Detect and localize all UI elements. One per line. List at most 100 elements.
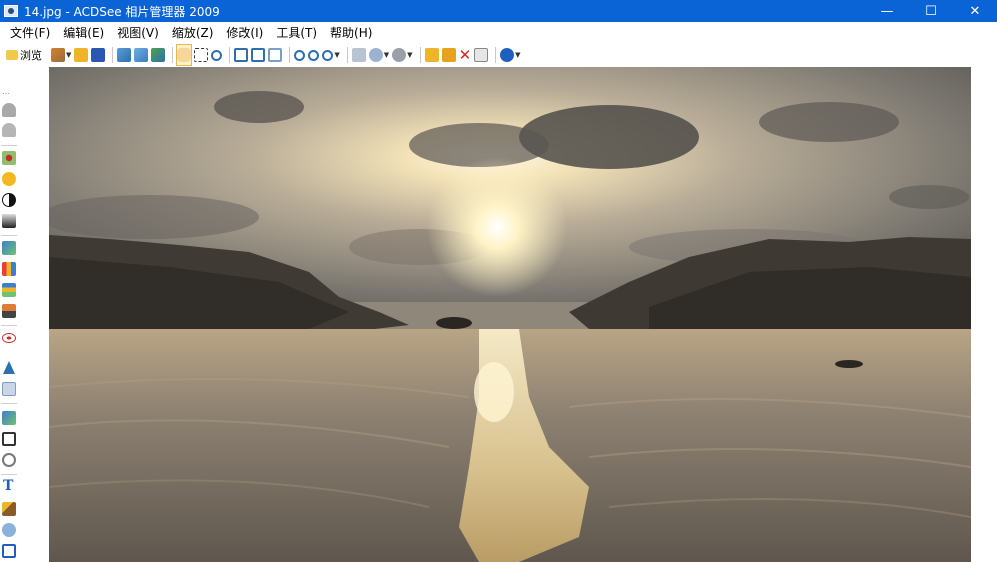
browse-label: 浏览 (20, 49, 42, 62)
select-tool-button[interactable] (194, 45, 209, 65)
chevron-down-icon: ▼ (334, 51, 340, 59)
app-icon (4, 5, 18, 17)
magnifier-icon (211, 49, 223, 61)
window-title: 14.jpg - ACDSee 相片管理器 2009 (24, 4, 220, 19)
help-button[interactable]: ▼ (500, 45, 521, 65)
menu-tools[interactable]: 工具(T) (276, 24, 317, 41)
move-folder-icon (441, 48, 456, 62)
tone-curve-icon[interactable] (2, 304, 16, 318)
eye-icon[interactable] (2, 333, 16, 343)
hand-icon (177, 48, 192, 62)
move-to-button[interactable] (441, 45, 456, 65)
slideshow-button[interactable] (151, 45, 166, 65)
exposure-icon[interactable] (2, 193, 16, 207)
selection-icon (194, 48, 209, 62)
menu-edit[interactable]: 编辑(E) (63, 24, 104, 41)
toolbar-separator (419, 47, 421, 63)
fit-window-button[interactable] (234, 45, 249, 65)
minimize-button[interactable]: — (865, 0, 909, 22)
help-icon (500, 48, 515, 62)
properties-button[interactable] (474, 45, 489, 65)
zoom-tool-button[interactable] (211, 45, 223, 65)
print-button[interactable] (351, 45, 366, 65)
zoom-menu-button[interactable]: ▼ (322, 45, 340, 65)
fit-width-button[interactable] (268, 45, 283, 65)
open-button[interactable] (74, 45, 89, 65)
zoom-in-button[interactable] (294, 45, 306, 65)
red-eye-icon[interactable] (2, 151, 16, 165)
prev-image-button[interactable] (117, 45, 132, 65)
menu-bar: 文件(F) 编辑(E) 视图(V) 缩放(Z) 修改(I) 工具(T) 帮助(H… (0, 22, 997, 43)
title-bar: 14.jpg - ACDSee 相片管理器 2009 — ☐ ✕ (0, 0, 997, 22)
redo-icon[interactable] (2, 123, 16, 137)
toolbar-separator (229, 47, 231, 63)
edit-sidebar: ⋯ T (0, 67, 20, 562)
menu-zoom[interactable]: 缩放(Z) (172, 24, 214, 41)
effects-icon[interactable] (2, 411, 16, 425)
rotate-icon[interactable] (2, 453, 16, 467)
next-image-icon (134, 48, 149, 62)
fit-width-icon (268, 48, 283, 62)
toolbar-separator (289, 47, 291, 63)
zoom-icon (322, 49, 334, 61)
lighting-icon[interactable] (2, 172, 16, 186)
folder-icon (6, 50, 18, 60)
sidebar-separator (1, 474, 17, 475)
actual-size-button[interactable] (251, 45, 266, 65)
close-button[interactable]: ✕ (953, 0, 997, 22)
maximize-button[interactable]: ☐ (909, 0, 953, 22)
hand-tool-button[interactable] (176, 44, 193, 66)
color-strips-icon[interactable] (2, 283, 16, 297)
histogram-icon[interactable] (2, 262, 16, 276)
undo-icon[interactable] (2, 103, 16, 117)
sidebar-separator (1, 403, 17, 404)
paint-icon (51, 48, 65, 62)
fit-window-icon (234, 48, 249, 62)
share-icon (368, 48, 383, 62)
rating-icon (392, 48, 407, 62)
watermark-icon[interactable] (2, 523, 16, 537)
zoom-out-button[interactable] (308, 45, 320, 65)
menu-file[interactable]: 文件(F) (10, 24, 50, 41)
delete-icon: ✕ (458, 46, 472, 64)
delete-button[interactable]: ✕ (459, 45, 472, 65)
sidebar-grip: ⋯ (2, 89, 10, 98)
print-icon (351, 48, 366, 62)
chevron-down-icon: ▼ (407, 51, 413, 59)
chevron-down-icon: ▼ (66, 51, 72, 59)
image-viewer[interactable] (20, 67, 997, 562)
toolbar-separator (346, 47, 348, 63)
browse-button[interactable]: 浏览 (6, 45, 42, 65)
brush-icon[interactable] (2, 502, 16, 516)
border-icon[interactable] (2, 544, 16, 558)
crop-icon[interactable] (2, 432, 16, 446)
menu-help[interactable]: 帮助(H) (330, 24, 372, 41)
menu-modify[interactable]: 修改(I) (226, 24, 263, 41)
sidebar-separator (1, 145, 17, 146)
save-button[interactable] (91, 45, 106, 65)
open-folder-icon (74, 48, 89, 62)
actual-size-icon (251, 48, 266, 62)
sidebar-separator (1, 235, 17, 236)
toolbar-separator (112, 47, 114, 63)
color-balance-icon[interactable] (2, 241, 16, 255)
levels-icon[interactable] (2, 214, 16, 228)
save-icon (91, 48, 106, 62)
photo-image (49, 67, 971, 562)
text-icon[interactable]: T (3, 478, 13, 494)
share-button[interactable]: ▼ (368, 45, 389, 65)
menu-view[interactable]: 视图(V) (117, 24, 159, 41)
zoom-in-icon (294, 49, 306, 61)
sidebar-separator (1, 325, 17, 326)
edit-tool-button[interactable]: ▼ (51, 45, 71, 65)
properties-icon (474, 48, 489, 62)
prev-image-icon (117, 48, 132, 62)
slideshow-icon (151, 48, 166, 62)
sharpen-icon[interactable] (3, 361, 15, 374)
toolbar: 浏览 ▼ ▼ ▼ ▼ ✕ ▼ (0, 43, 997, 67)
blur-icon[interactable] (2, 382, 16, 396)
zoom-out-icon (308, 49, 320, 61)
next-image-button[interactable] (134, 45, 149, 65)
rating-button[interactable]: ▼ (392, 45, 413, 65)
copy-to-button[interactable] (424, 45, 439, 65)
